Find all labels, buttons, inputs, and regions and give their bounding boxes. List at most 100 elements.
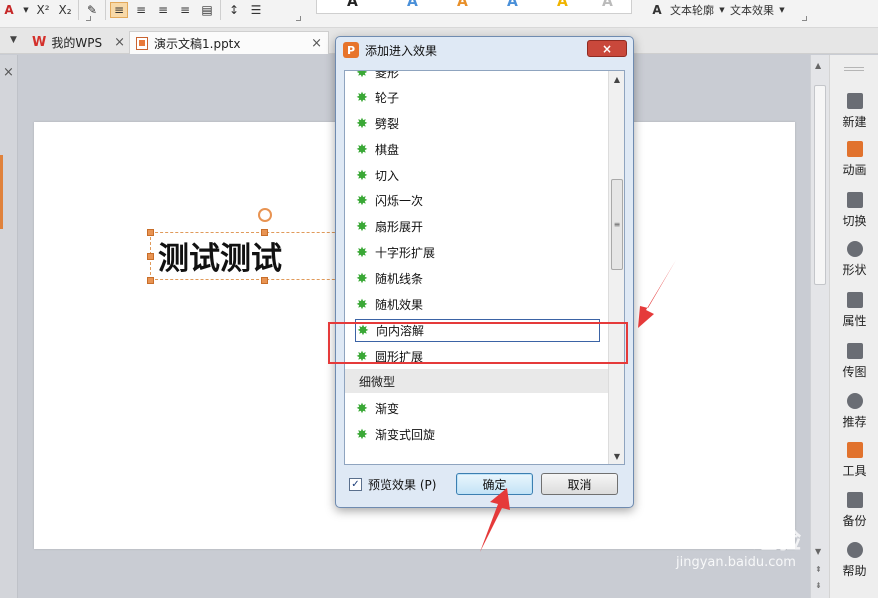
list-item-effect[interactable]: ✸ 闪烁一次 (355, 189, 600, 212)
selected-thumbnail-indicator (0, 155, 3, 229)
right-task-panel: 新建 动画 切换 形状 属性 传图 推荐 工具 备份 帮助 (829, 55, 878, 598)
panel-item-label: 工具 (842, 464, 867, 478)
preview-effect-checkbox[interactable]: ✓ 预览效果 (P) (349, 476, 436, 493)
group-expander-icon[interactable] (86, 16, 91, 21)
line-spacing-button[interactable]: ↕ (225, 2, 243, 18)
list-item-effect[interactable]: ✸ 扇形展开 (355, 215, 600, 238)
align-center-button[interactable]: ≡ (132, 2, 150, 18)
list-item-effect[interactable]: ✸ 随机效果 (355, 293, 600, 316)
resize-handle[interactable] (147, 277, 154, 284)
close-dialog-button[interactable]: × (587, 40, 627, 57)
list-item-effect[interactable]: ✸ 随机线条 (355, 267, 600, 290)
animation-icon (846, 141, 863, 157)
panel-item-recommend[interactable]: 推荐 (830, 393, 878, 439)
panel-item-tools[interactable]: 工具 (830, 442, 878, 488)
toolbox-icon (846, 442, 863, 458)
panel-item-help[interactable]: 帮助 (830, 542, 878, 588)
list-item-effect[interactable]: ✸ 切入 (355, 164, 600, 187)
style-sample-icon[interactable]: A (602, 0, 613, 10)
bullet-list-button[interactable]: ☰ (247, 2, 265, 18)
style-sample-icon[interactable]: A (407, 0, 418, 10)
effect-label: 随机线条 (375, 272, 424, 286)
slide-thumbnail-panel[interactable]: × (0, 55, 18, 598)
ok-button[interactable]: 确定 (456, 473, 533, 495)
dialog-title-bar[interactable]: P 添加进入效果 × (336, 37, 633, 63)
presentation-file-icon (136, 36, 148, 50)
close-panel-icon[interactable]: × (3, 65, 14, 80)
panel-item-shape[interactable]: 形状 (830, 241, 878, 287)
style-sample-icon[interactable]: A (347, 0, 358, 10)
panel-item-label: 帮助 (842, 564, 867, 578)
group-expander-icon[interactable] (802, 16, 807, 21)
style-sample-icon[interactable]: A (557, 0, 568, 10)
text-outline-button[interactable]: 文本轮廓 (670, 2, 714, 18)
panel-item-transition[interactable]: 切换 (830, 192, 878, 238)
style-sample-icon[interactable]: A (457, 0, 468, 10)
font-color-dropdown-icon[interactable]: ▼ (22, 2, 30, 18)
text-outline-icon[interactable]: A (648, 2, 666, 18)
tab-presentation[interactable]: 演示文稿1.pptx × (129, 31, 329, 54)
resize-handle[interactable] (261, 229, 268, 236)
justify-button[interactable]: ≡ (176, 2, 194, 18)
transition-icon (846, 192, 863, 208)
scroll-thumb[interactable] (814, 85, 826, 285)
tab-my-wps[interactable]: W 我的WPS × (26, 31, 131, 54)
resize-handle[interactable] (261, 277, 268, 284)
text-effect-button[interactable]: 文本效果 (730, 2, 774, 18)
scroll-down-icon[interactable]: ▼ (815, 547, 821, 556)
effect-star-icon: ✸ (356, 244, 368, 261)
list-item-effect[interactable]: ✸ 轮子 (355, 86, 600, 109)
tab-list-menu-icon[interactable]: ▼ (10, 35, 17, 45)
group-expander-icon[interactable] (296, 16, 301, 21)
scroll-thumb[interactable]: ≡ (611, 179, 623, 270)
effect-star-icon: ✸ (356, 89, 368, 106)
effect-label: 棋盘 (375, 143, 400, 157)
close-tab-icon[interactable]: × (311, 36, 322, 51)
next-slide-icon[interactable]: ⇟ (815, 581, 822, 590)
panel-item-animation[interactable]: 动画 (830, 141, 878, 187)
effect-label: 劈裂 (375, 117, 400, 131)
scroll-up-icon[interactable]: ▲ (815, 61, 821, 70)
style-sample-icon[interactable]: A (507, 0, 518, 10)
list-item-effect[interactable]: ✸ 菱形 (355, 71, 600, 84)
dropdown-icon[interactable]: ▼ (778, 2, 786, 18)
close-tab-icon[interactable]: × (114, 35, 125, 50)
rotate-handle-icon[interactable] (258, 208, 272, 222)
scroll-up-icon[interactable]: ▲ (609, 71, 625, 87)
effects-list-scrollbar[interactable]: ▲ ≡ ▼ (608, 71, 624, 464)
panel-item-upload-image[interactable]: 传图 (830, 343, 878, 389)
list-item-effect[interactable]: ✸ 劈裂 (355, 112, 600, 135)
workspace-scrollbar[interactable]: ▲ ▼ ⇞ ⇟ (810, 55, 829, 598)
panel-item-backup[interactable]: 备份 (830, 492, 878, 538)
subscript-button[interactable]: X₂ (56, 2, 74, 18)
superscript-button[interactable]: X² (34, 2, 52, 18)
list-item-effect[interactable]: ✸ 棋盘 (355, 138, 600, 161)
checkbox-label: 预览效果 (P) (368, 478, 437, 492)
align-right-button[interactable]: ≡ (154, 2, 172, 18)
shape-icon (846, 241, 863, 257)
dropdown-icon[interactable]: ▼ (718, 2, 726, 18)
resize-handle[interactable] (147, 229, 154, 236)
resize-handle[interactable] (147, 253, 154, 260)
list-item-effect[interactable]: ✸ 渐变 (355, 397, 600, 420)
tab-label: 演示文稿1.pptx (154, 36, 241, 51)
slide-textbox-text[interactable]: 测试测试 (158, 233, 282, 278)
panel-item-properties[interactable]: 属性 (830, 292, 878, 338)
panel-item-new[interactable]: 新建 (830, 93, 878, 139)
panel-item-label: 形状 (842, 263, 867, 277)
distribute-button[interactable]: ▤ (198, 2, 216, 18)
ribbon-divider (220, 0, 221, 20)
cancel-button[interactable]: 取消 (541, 473, 618, 495)
panel-grip-icon[interactable] (844, 67, 864, 68)
checkbox-checked-icon[interactable]: ✓ (349, 478, 362, 491)
effects-listbox[interactable]: ✸ 菱形 ✸ 轮子 ✸ 劈裂 ✸ 棋盘 ✸ 切入 ✸ 闪烁一次 ✸ 扇形展开 ✸… (344, 70, 625, 465)
list-item-effect[interactable]: ✸ 渐变式回旋 (355, 423, 600, 446)
text-style-gallery[interactable]: A A A A A A (316, 0, 632, 14)
scroll-down-icon[interactable]: ▼ (609, 448, 625, 464)
effects-list: ✸ 菱形 ✸ 轮子 ✸ 劈裂 ✸ 棋盘 ✸ 切入 ✸ 闪烁一次 ✸ 扇形展开 ✸… (345, 71, 608, 464)
align-left-button[interactable]: ≡ (110, 2, 128, 18)
effect-label: 渐变式回旋 (375, 428, 436, 442)
previous-slide-icon[interactable]: ⇞ (815, 565, 822, 574)
list-item-effect[interactable]: ✸ 十字形扩展 (355, 241, 600, 264)
font-color-button[interactable]: A (0, 2, 18, 18)
